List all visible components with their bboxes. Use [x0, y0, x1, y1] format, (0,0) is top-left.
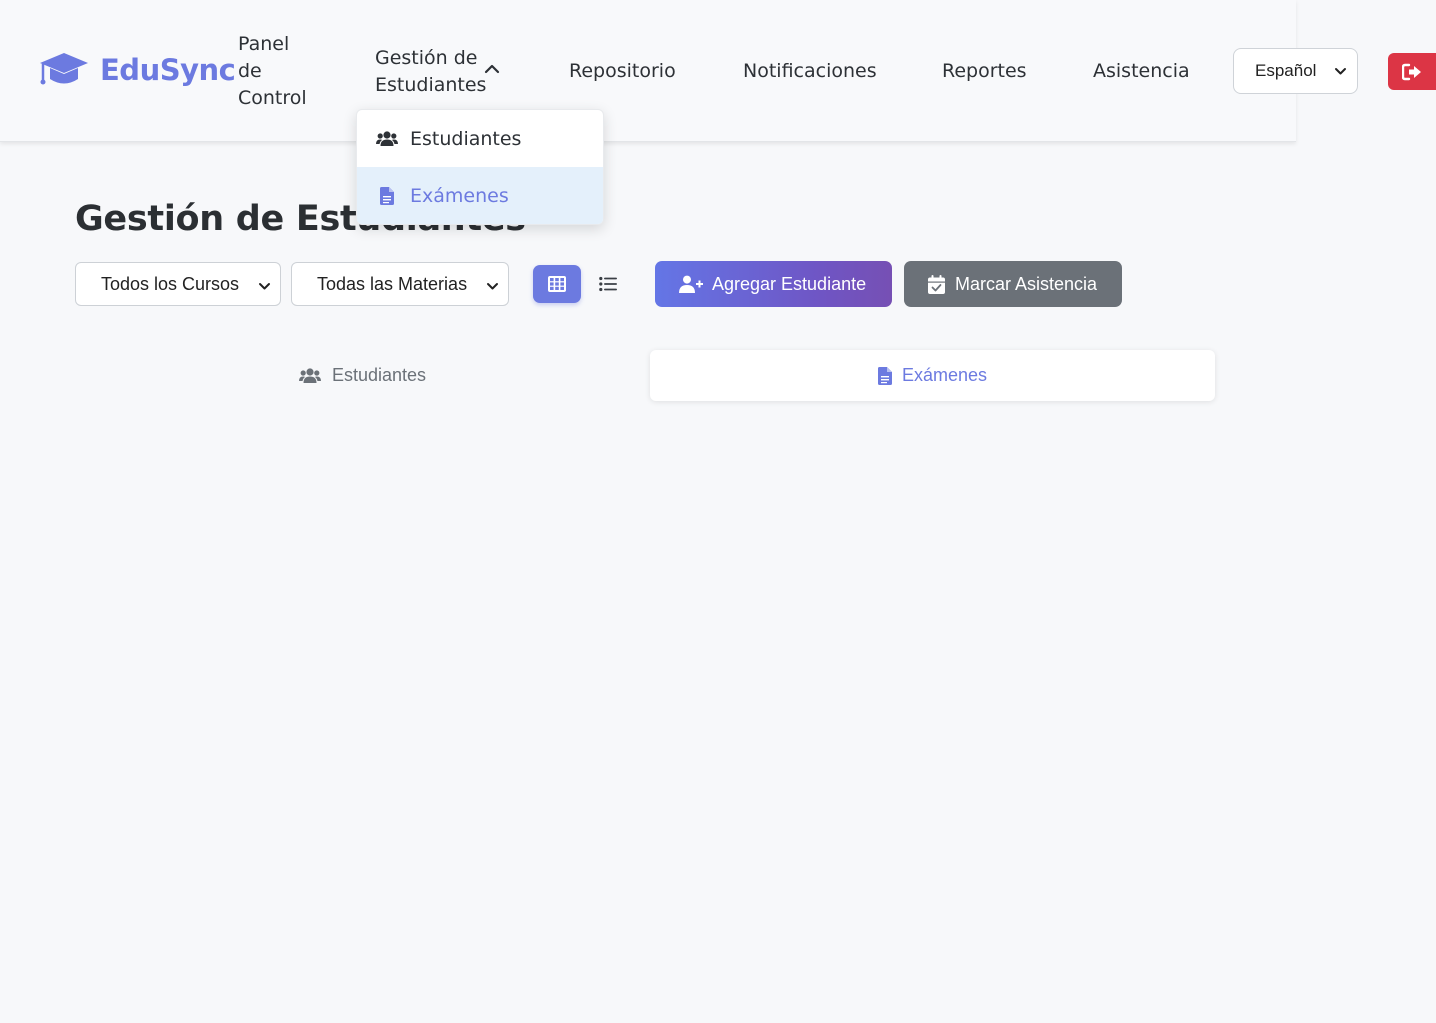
tab-students[interactable]: Estudiantes — [80, 350, 645, 401]
language-select[interactable]: Español — [1233, 48, 1358, 94]
top-navbar: EduSync Panel de Control Gestión de Estu… — [0, 0, 1358, 142]
subject-filter-value: Todas las Materias — [317, 273, 468, 294]
dropdown-item-exams[interactable]: Exámenes — [357, 167, 603, 224]
dropdown-item-label: Exámenes — [410, 185, 509, 207]
add-student-label: Agregar Estudiante — [712, 273, 867, 294]
dropdown-item-label: Estudiantes — [410, 127, 522, 150]
users-icon — [298, 367, 321, 383]
tab-exams[interactable]: Exámenes — [650, 350, 1215, 401]
student-management-dropdown: Estudiantes Exámenes — [356, 109, 604, 225]
sign-out-icon — [1402, 63, 1421, 80]
file-icon — [380, 187, 394, 205]
nav-repository[interactable]: Repositorio — [569, 58, 676, 85]
mark-attendance-label: Marcar Asistencia — [955, 273, 1098, 294]
add-student-button[interactable]: Agregar Estudiante — [655, 261, 892, 307]
subject-filter-select[interactable]: Todas las Materias — [291, 262, 509, 306]
tab-label: Exámenes — [901, 365, 988, 385]
list-icon — [599, 276, 617, 292]
graduation-cap-icon — [40, 53, 88, 85]
brand-name: EduSync — [100, 53, 236, 87]
nav-student-management[interactable]: Gestión de Estudiantes — [375, 45, 486, 99]
course-filter-select[interactable]: Todos los Cursos — [75, 262, 281, 306]
language-value: Español — [1255, 61, 1317, 80]
list-view-button[interactable] — [590, 265, 626, 303]
logout-button[interactable] — [1388, 53, 1436, 90]
chevron-down-icon — [1335, 68, 1346, 75]
chevron-down-icon — [487, 283, 498, 290]
chevron-down-icon — [259, 283, 270, 290]
nav-attendance[interactable]: Asistencia — [1093, 58, 1190, 85]
users-icon — [376, 130, 398, 146]
nav-notifications[interactable]: Notificaciones — [743, 58, 877, 85]
tab-label: Estudiantes — [331, 365, 427, 385]
file-icon — [877, 366, 892, 385]
nav-reports[interactable]: Reportes — [942, 58, 1027, 85]
nav-dashboard[interactable]: Panel de Control — [238, 31, 318, 112]
mark-attendance-button[interactable]: Marcar Asistencia — [904, 261, 1122, 307]
table-grid-icon — [548, 276, 566, 292]
calendar-check-icon — [928, 274, 945, 294]
dropdown-item-students[interactable]: Estudiantes — [357, 110, 603, 167]
user-plus-icon — [679, 275, 703, 293]
grid-view-button[interactable] — [533, 265, 581, 303]
brand[interactable]: EduSync — [38, 50, 236, 90]
course-filter-value: Todos los Cursos — [101, 273, 240, 294]
chevron-up-icon[interactable] — [484, 62, 500, 76]
